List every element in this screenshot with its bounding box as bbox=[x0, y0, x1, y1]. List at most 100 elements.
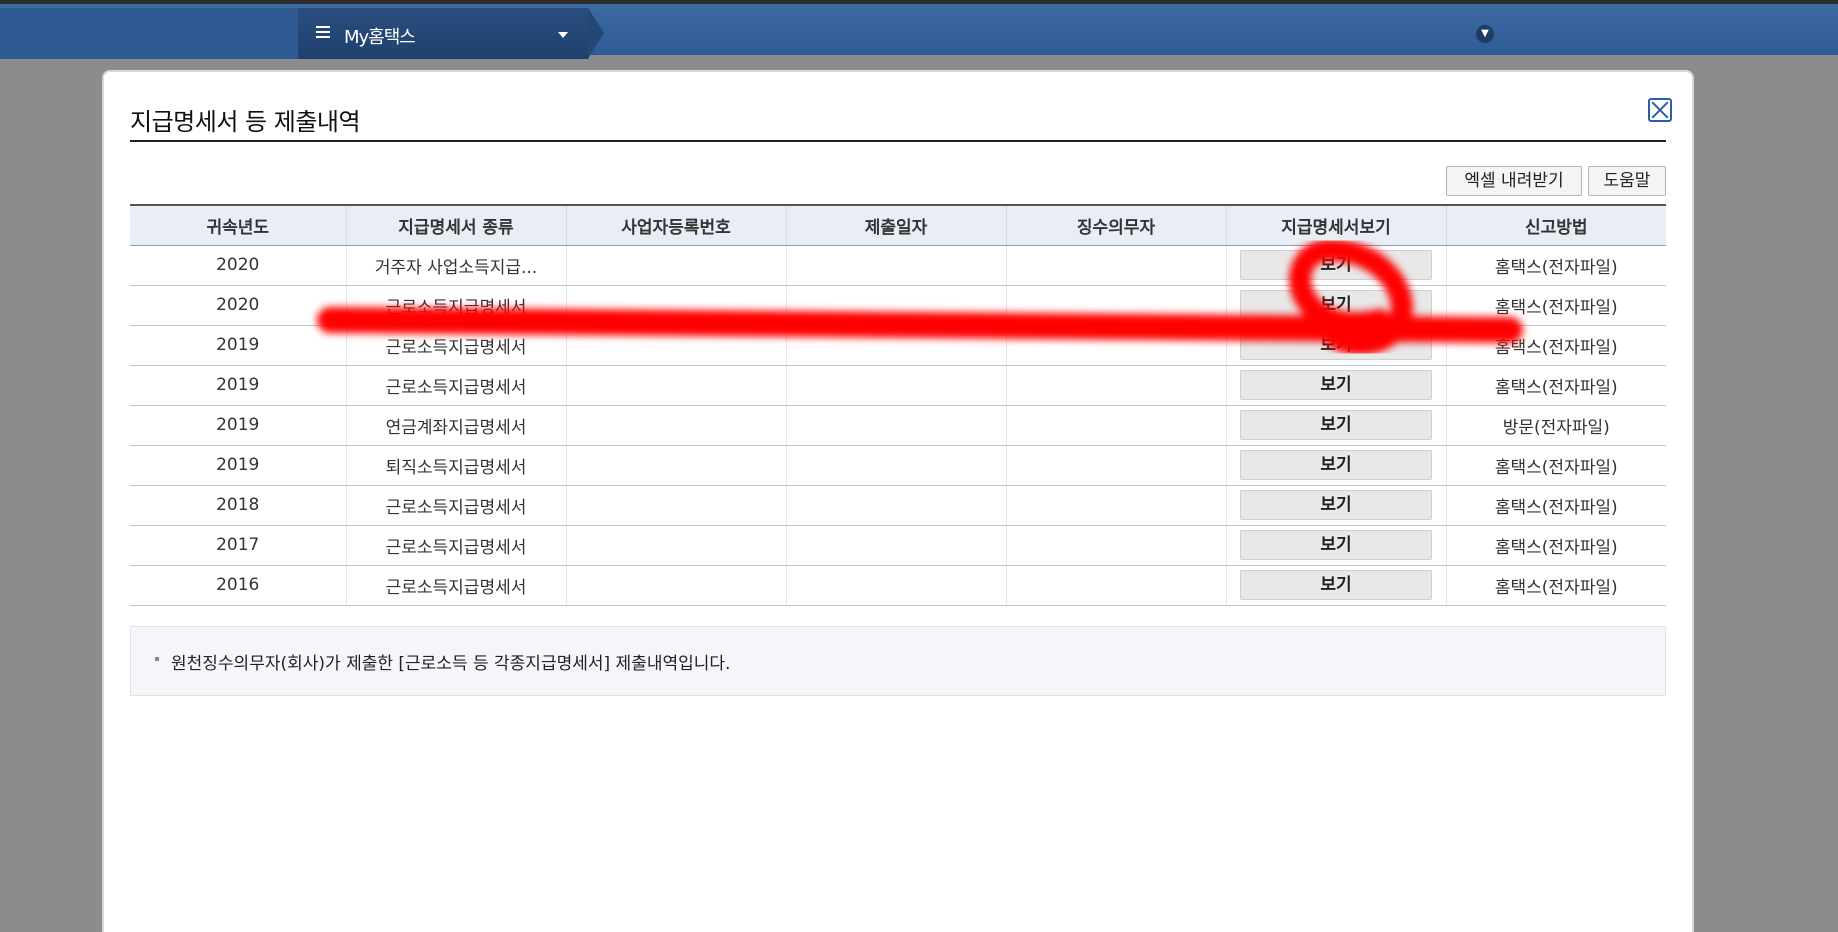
cell-method: 홈택스(전자파일) bbox=[1446, 565, 1666, 606]
modal-title: 지급명세서 등 제출내역 bbox=[130, 108, 361, 136]
cell-year: 2019 bbox=[130, 405, 347, 446]
cell-submit-date bbox=[786, 525, 1007, 566]
cell-method: 홈택스(전자파일) bbox=[1446, 525, 1666, 566]
view-statement-button[interactable]: 보기 bbox=[1240, 290, 1432, 320]
header-type: 지급명세서 종류 bbox=[346, 205, 567, 246]
view-statement-button[interactable]: 보기 bbox=[1240, 250, 1432, 280]
cell-withholding-agent bbox=[1006, 325, 1227, 366]
cell-type: 근로소득지급명세서 bbox=[346, 365, 567, 406]
cell-business-number bbox=[566, 445, 787, 486]
bullet-icon bbox=[155, 657, 159, 661]
view-statement-button[interactable]: 보기 bbox=[1240, 330, 1432, 360]
table-row: 2016 근로소득지급명세서 보기 홈택스(전자파일) bbox=[130, 565, 1666, 606]
cell-submit-date bbox=[786, 405, 1007, 446]
cell-view: 보기 bbox=[1226, 325, 1447, 366]
cell-method: 홈택스(전자파일) bbox=[1446, 445, 1666, 486]
cell-type: 거주자 사업소득지급... bbox=[346, 245, 567, 286]
cell-method: 홈택스(전자파일) bbox=[1446, 325, 1666, 366]
cell-year: 2019 bbox=[130, 365, 347, 406]
cell-withholding-agent bbox=[1006, 485, 1227, 526]
cell-view: 보기 bbox=[1226, 445, 1447, 486]
cell-business-number bbox=[566, 325, 787, 366]
cell-view: 보기 bbox=[1226, 565, 1447, 606]
cell-method: 홈택스(전자파일) bbox=[1446, 245, 1666, 286]
cell-withholding-agent bbox=[1006, 525, 1227, 566]
cell-business-number bbox=[566, 285, 787, 326]
cell-view: 보기 bbox=[1226, 405, 1447, 446]
cell-business-number bbox=[566, 485, 787, 526]
cell-submit-date bbox=[786, 325, 1007, 366]
table-row: 2019 연금계좌지급명세서 보기 방문(전자파일) bbox=[130, 405, 1666, 446]
cell-submit-date bbox=[786, 245, 1007, 286]
cell-submit-date bbox=[786, 565, 1007, 606]
cell-year: 2020 bbox=[130, 245, 347, 286]
table-row: 2019 퇴직소득지급명세서 보기 홈택스(전자파일) bbox=[130, 445, 1666, 486]
cell-withholding-agent bbox=[1006, 365, 1227, 406]
table-row: 2017 근로소득지급명세서 보기 홈택스(전자파일) bbox=[130, 525, 1666, 566]
cell-business-number bbox=[566, 245, 787, 286]
view-statement-button[interactable]: 보기 bbox=[1240, 450, 1432, 480]
cell-submit-date bbox=[786, 485, 1007, 526]
cell-year: 2019 bbox=[130, 445, 347, 486]
cell-type: 연금계좌지급명세서 bbox=[346, 405, 567, 446]
help-button[interactable]: 도움말 bbox=[1588, 166, 1666, 196]
info-note: 원천징수의무자(회사)가 제출한 [근로소득 등 각종지급명세서] 제출내역입니… bbox=[130, 626, 1666, 696]
cell-type: 근로소득지급명세서 bbox=[346, 525, 567, 566]
table-body: 2020 거주자 사업소득지급... 보기 홈택스(전자파일) 2020 근로소득지급명세… bbox=[130, 245, 1666, 606]
table-row: 2019 근로소득지급명세서 보기 홈택스(전자파일) bbox=[130, 365, 1666, 406]
table-row: 2018 근로소득지급명세서 보기 홈택스(전자파일) bbox=[130, 485, 1666, 526]
cell-withholding-agent bbox=[1006, 405, 1227, 446]
header-view-statement: 지급명세서보기 bbox=[1226, 205, 1447, 246]
cell-year: 2018 bbox=[130, 485, 347, 526]
cell-type: 퇴직소득지급명세서 bbox=[346, 445, 567, 486]
view-statement-button[interactable]: 보기 bbox=[1240, 490, 1432, 520]
excel-download-button[interactable]: 엑셀 내려받기 bbox=[1446, 166, 1582, 196]
view-statement-button[interactable]: 보기 bbox=[1240, 410, 1432, 440]
cell-type: 근로소득지급명세서 bbox=[346, 565, 567, 606]
menu-title[interactable]: My홈택스 bbox=[344, 23, 416, 49]
chevron-down-icon[interactable] bbox=[558, 32, 568, 38]
cell-year: 2017 bbox=[130, 525, 347, 566]
view-statement-button[interactable]: 보기 bbox=[1240, 530, 1432, 560]
cell-year: 2019 bbox=[130, 325, 347, 366]
cell-business-number bbox=[566, 565, 787, 606]
cell-year: 2020 bbox=[130, 285, 347, 326]
cell-withholding-agent bbox=[1006, 245, 1227, 286]
view-statement-button[interactable]: 보기 bbox=[1240, 570, 1432, 600]
cell-withholding-agent bbox=[1006, 285, 1227, 326]
my-hometax-menu[interactable]: My홈택스 bbox=[298, 8, 604, 59]
title-divider bbox=[130, 140, 1666, 142]
submission-history-modal: 지급명세서 등 제출내역 엑셀 내려받기 도움말 귀속년도 지급명세서 종류 사… bbox=[102, 70, 1694, 932]
cell-method: 홈택스(전자파일) bbox=[1446, 485, 1666, 526]
cell-withholding-agent bbox=[1006, 565, 1227, 606]
header-withholding-agent: 징수의무자 bbox=[1006, 205, 1227, 246]
cell-type: 근로소득지급명세서 bbox=[346, 285, 567, 326]
header-year: 귀속년도 bbox=[130, 205, 347, 246]
header-submit-date: 제출일자 bbox=[786, 205, 1007, 246]
table-row: 2019 근로소득지급명세서 보기 홈택스(전자파일) bbox=[130, 325, 1666, 366]
cell-view: 보기 bbox=[1226, 525, 1447, 566]
note-text: 원천징수의무자(회사)가 제출한 [근로소득 등 각종지급명세서] 제출내역입니… bbox=[171, 654, 731, 674]
cell-submit-date bbox=[786, 285, 1007, 326]
table-header-row: 귀속년도 지급명세서 종류 사업자등록번호 제출일자 징수의무자 지급명세서보기… bbox=[130, 205, 1666, 246]
cell-method: 홈택스(전자파일) bbox=[1446, 365, 1666, 406]
cell-submit-date bbox=[786, 445, 1007, 486]
cell-business-number bbox=[566, 365, 787, 406]
cell-method: 방문(전자파일) bbox=[1446, 405, 1666, 446]
cell-view: 보기 bbox=[1226, 245, 1447, 286]
close-icon[interactable] bbox=[1648, 98, 1672, 122]
cell-view: 보기 bbox=[1226, 285, 1447, 326]
cell-type: 근로소득지급명세서 bbox=[346, 485, 567, 526]
view-statement-button[interactable]: 보기 bbox=[1240, 370, 1432, 400]
cell-year: 2016 bbox=[130, 565, 347, 606]
nav-left-area bbox=[0, 8, 298, 59]
cell-withholding-agent bbox=[1006, 445, 1227, 486]
header-report-method: 신고방법 bbox=[1446, 205, 1666, 246]
nav-expand-icon[interactable]: ▼ bbox=[1476, 25, 1494, 43]
submission-table: 귀속년도 지급명세서 종류 사업자등록번호 제출일자 징수의무자 지급명세서보기… bbox=[130, 204, 1666, 606]
top-nav-bar: My홈택스 ▼ bbox=[0, 0, 1838, 59]
cell-view: 보기 bbox=[1226, 485, 1447, 526]
cell-view: 보기 bbox=[1226, 365, 1447, 406]
table-row: 2020 거주자 사업소득지급... 보기 홈택스(전자파일) bbox=[130, 245, 1666, 286]
hamburger-icon[interactable] bbox=[316, 26, 330, 38]
